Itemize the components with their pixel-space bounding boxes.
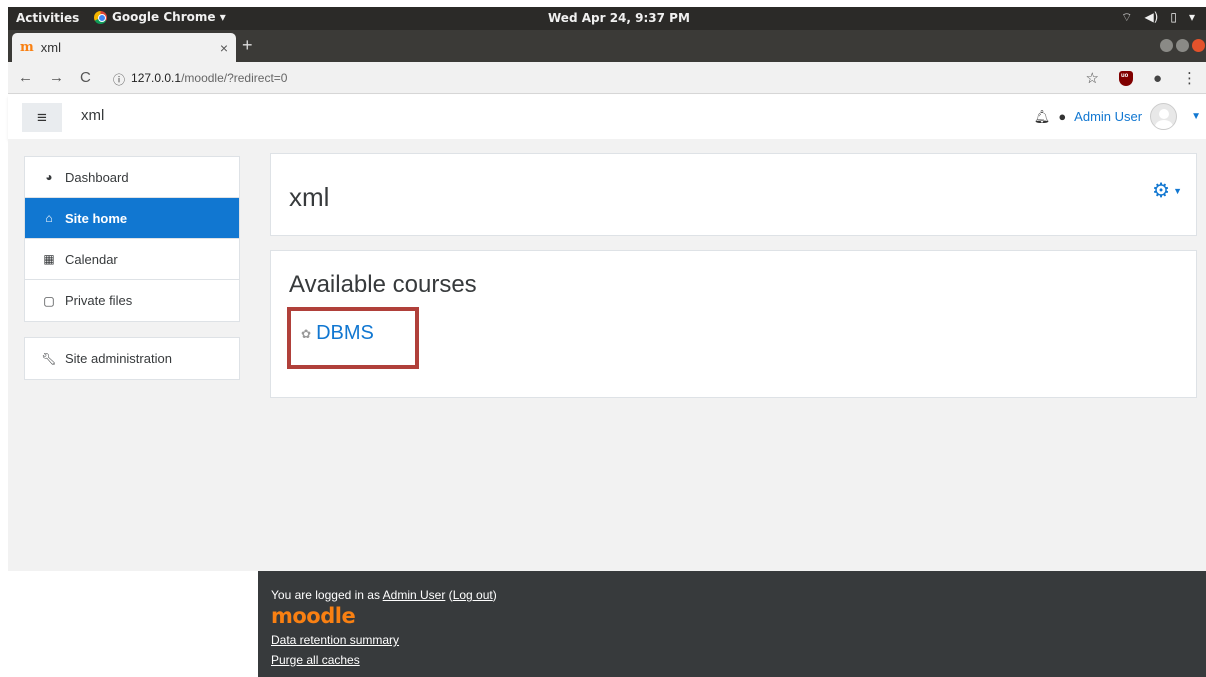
file-icon: ▢ (43, 293, 55, 308)
nav-item-dashboard[interactable]: ◕ Dashboard (25, 157, 239, 198)
site-name[interactable]: xml (81, 107, 104, 124)
available-courses-card: Available courses ✿ DBMS (270, 250, 1197, 398)
wifi-icon: ⌔ (1121, 10, 1133, 24)
info-icon[interactable]: ⓘ (113, 71, 125, 88)
address-bar: ← → C ⓘ 127.0.0.1/moodle/?redirect=0 ☆ ●… (8, 62, 1206, 94)
system-menu-caret-icon: ▾ (1188, 10, 1195, 24)
user-menu-caret-icon[interactable]: ▼ (1191, 111, 1201, 122)
bookmark-star-icon[interactable]: ☆ (1085, 69, 1098, 87)
avatar[interactable] (1150, 103, 1178, 130)
battery-icon: ▯ (1170, 10, 1177, 24)
dashboard-icon: ◕ (45, 170, 53, 184)
course-icon: ✿ (301, 326, 312, 341)
page-header-card: xml ⚙ ▼ (270, 153, 1197, 236)
data-retention-link[interactable]: Data retention summary (271, 633, 399, 647)
logged-in-info: You are logged in as Admin User (Log out… (271, 588, 497, 602)
purge-caches-link[interactable]: Purge all caches (271, 653, 360, 667)
nav-drawer-admin: 🔧︎ Site administration (24, 337, 240, 380)
wrench-icon: 🔧︎ (41, 351, 57, 366)
nav-item-site-administration[interactable]: 🔧︎ Site administration (25, 338, 239, 379)
app-menu[interactable]: Google Chrome ▾ (94, 10, 226, 24)
nav-item-site-home[interactable]: ⌂ Site home (25, 198, 239, 239)
notifications-bell-icon[interactable]: 🔔︎ (1034, 109, 1051, 125)
page-body: ◕ Dashboard ⌂ Site home ▦ Calendar ▢ Pri… (8, 139, 1206, 571)
nav-item-private-files[interactable]: ▢ Private files (25, 280, 239, 321)
volume-icon: ◀) (1144, 10, 1159, 24)
system-tray[interactable]: ⌔ ◀) ▯ ▾ (1121, 10, 1195, 25)
browser-tab[interactable]: m xml × (12, 33, 236, 62)
screen: Activities Google Chrome ▾ Wed Apr 24, 9… (0, 0, 1206, 677)
chrome-icon (94, 10, 107, 24)
chevron-down-icon: ▼ (1173, 185, 1182, 196)
minimize-window-button[interactable] (1160, 39, 1173, 52)
tab-strip: m xml × + (8, 30, 1206, 62)
url-field[interactable]: ⓘ 127.0.0.1/moodle/?redirect=0 (113, 71, 287, 88)
url-host: 127.0.0.1 (131, 71, 182, 85)
nav-item-label: Site administration (65, 351, 172, 366)
new-tab-button[interactable]: + (242, 35, 253, 56)
calendar-icon: ▦ (43, 252, 55, 266)
drawer-toggle-button[interactable]: ≡ (22, 103, 62, 132)
os-top-bar: Activities Google Chrome ▾ Wed Apr 24, 9… (8, 7, 1206, 30)
course-link[interactable]: DBMS (316, 322, 374, 345)
maximize-window-button[interactable] (1176, 39, 1189, 52)
gear-icon: ⚙ (1152, 180, 1171, 202)
nav-item-label: Private files (65, 293, 133, 308)
logged-in-text: You are logged in as (271, 588, 383, 602)
logout-link[interactable]: Log out (453, 588, 493, 602)
moodle-favicon-icon: m (20, 40, 34, 55)
window-controls (1160, 39, 1205, 52)
close-tab-icon[interactable]: × (220, 40, 228, 56)
nav-buttons: ← → C (18, 69, 91, 86)
moodle-logo-text: moodle (271, 604, 356, 628)
settings-menu[interactable]: ⚙ ▼ (1152, 178, 1182, 203)
nav-item-label: Calendar (65, 251, 118, 267)
app-name: Google Chrome ▾ (112, 10, 226, 24)
nav-drawer: ◕ Dashboard ⌂ Site home ▦ Calendar ▢ Pri… (24, 156, 240, 322)
activities-button[interactable]: Activities (16, 11, 79, 25)
hamburger-icon: ≡ (37, 107, 47, 127)
url-path: /moodle/?redirect=0 (181, 71, 288, 85)
nav-item-label: Site home (65, 210, 128, 226)
page-title: xml (289, 182, 330, 212)
tab-title: xml (40, 40, 61, 55)
messages-chat-icon[interactable]: ● (1058, 109, 1066, 124)
reload-icon[interactable]: C (80, 69, 91, 86)
close-window-button[interactable] (1192, 39, 1205, 52)
back-arrow-icon[interactable]: ← (18, 69, 33, 86)
clock[interactable]: Wed Apr 24, 9:37 PM (548, 11, 690, 25)
home-icon: ⌂ (45, 211, 53, 225)
nav-item-calendar[interactable]: ▦ Calendar (25, 239, 239, 280)
section-title: Available courses (289, 271, 477, 298)
browser-toolbar-right: ☆ ● ⋮ (1085, 69, 1197, 88)
course-item[interactable]: ✿ DBMS (301, 322, 374, 345)
user-name[interactable]: Admin User (1074, 109, 1142, 124)
moodle-navbar: ≡ xml 🔔︎ ● Admin User ▼ (8, 95, 1206, 139)
nav-item-label: Dashboard (65, 169, 129, 185)
forward-arrow-icon[interactable]: → (49, 69, 64, 86)
user-profile-link[interactable]: Admin User (383, 588, 446, 602)
profile-icon[interactable]: ● (1153, 70, 1162, 87)
user-menu: 🔔︎ ● Admin User ▼ (1034, 103, 1201, 130)
moodle-logo[interactable]: moodle (271, 604, 356, 628)
page-footer: You are logged in as Admin User (Log out… (258, 571, 1206, 677)
ublock-extension-icon[interactable] (1118, 70, 1133, 86)
browser-menu-icon[interactable]: ⋮ (1182, 69, 1197, 87)
